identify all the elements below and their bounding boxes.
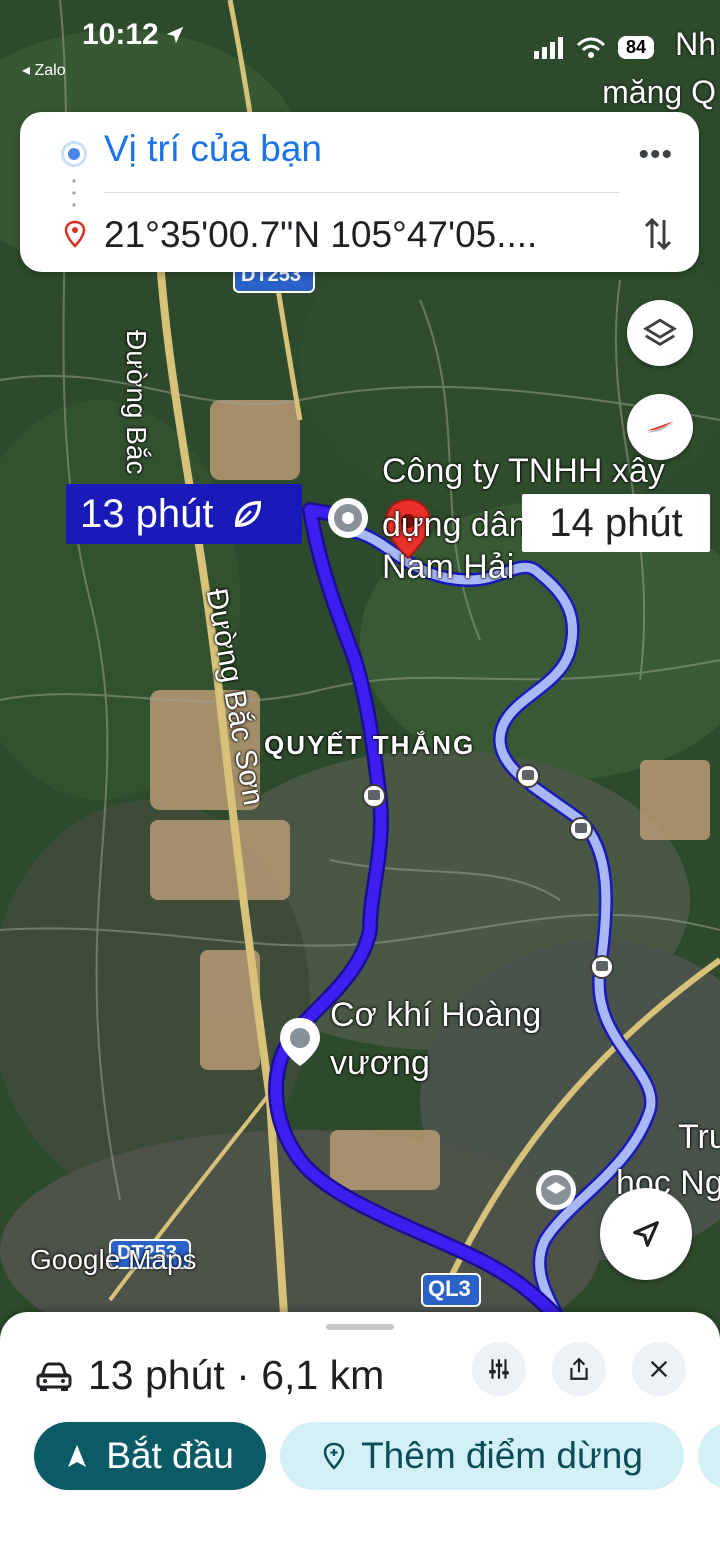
share-button[interactable] [552, 1342, 606, 1396]
place-label[interactable]: Nam Hải [382, 548, 514, 587]
layers-icon [643, 318, 677, 346]
place-label[interactable]: vương [330, 1044, 430, 1083]
compass-icon [646, 421, 674, 433]
current-location-dot-icon [64, 144, 84, 164]
add-stop-button[interactable]: Thêm điểm dừng [280, 1422, 684, 1490]
route-options-button[interactable] [472, 1342, 526, 1396]
origin-row[interactable]: Vị trí của bạn ••• [20, 112, 699, 192]
more-options-icon[interactable]: ••• [638, 138, 673, 172]
route-summary: 13 phút · 6,1 km [88, 1352, 385, 1398]
start-button-label: Bắt đầu [106, 1435, 234, 1476]
road-label: Đường Bắc [121, 330, 152, 475]
status-bar: 10:12 ◂ Zalo 84 Nh măng Q [0, 0, 720, 110]
corner-text-2: măng Q [602, 74, 716, 110]
road-shield-text: QL3 [428, 1276, 471, 1301]
car-icon [36, 1362, 72, 1391]
place-label[interactable]: Công ty TNHH xây [382, 452, 665, 491]
school-pin-icon [536, 1170, 576, 1210]
selected-route-time-badge[interactable]: 13 phút [66, 484, 302, 544]
place-label[interactable]: Tru [678, 1118, 720, 1157]
back-to-app-link[interactable]: ◂ Zalo [22, 60, 66, 80]
place-label[interactable]: Cơ khí Hoàng [330, 996, 541, 1035]
directions-card: Vị trí của bạn ••• 21°35'00.7"N 105°47'0… [20, 112, 699, 272]
add-stop-label: Thêm điểm dừng [361, 1435, 643, 1476]
selected-route-time: 13 phút [80, 491, 214, 536]
share-icon [570, 1357, 588, 1380]
navigation-arrow-icon [633, 1221, 659, 1247]
bus-stop-icon [569, 817, 593, 841]
navigation-icon [68, 1445, 87, 1467]
area-label: QUYẾT THẮNG [264, 730, 476, 760]
place-label[interactable]: dựng dân [382, 506, 528, 545]
alternate-route-time-badge[interactable]: 14 phút [522, 494, 710, 552]
swap-directions-icon[interactable] [643, 214, 673, 254]
recenter-button[interactable] [600, 1188, 692, 1280]
google-maps-attribution: Google Maps [30, 1244, 197, 1275]
cellular-signal-icon [533, 36, 563, 59]
close-button[interactable] [632, 1342, 686, 1396]
more-chip[interactable] [698, 1422, 720, 1490]
layers-button[interactable] [627, 300, 693, 366]
destination-field[interactable]: 21°35'00.7"N 105°47'05.... [104, 214, 614, 256]
bus-stop-icon [590, 955, 614, 979]
sliders-icon [489, 1359, 509, 1379]
compass-button[interactable] [627, 394, 693, 460]
bus-stop-icon [516, 764, 540, 788]
close-icon [650, 1360, 668, 1378]
route-summary-sheet: 13 phút · 6,1 km Bắt đầu Thêm điểm dừng [0, 1312, 720, 1560]
destination-row[interactable]: 21°35'00.7"N 105°47'05.... [20, 192, 699, 272]
bus-stop-icon [362, 784, 386, 808]
origin-field[interactable]: Vị trí của bạn [104, 128, 322, 170]
location-arrow-icon [166, 26, 184, 44]
start-navigation-button[interactable]: Bắt đầu [34, 1422, 266, 1490]
status-time: 10:12 [82, 18, 159, 51]
corner-text-1: Nh [675, 26, 716, 62]
map-corner-label: Nh măng Q [602, 20, 716, 116]
destination-pin-icon [64, 220, 86, 248]
eco-leaf-icon [235, 500, 262, 528]
add-stop-pin-icon [323, 1442, 345, 1470]
start-location-marker [328, 498, 368, 538]
sheet-drag-handle[interactable] [326, 1324, 394, 1330]
